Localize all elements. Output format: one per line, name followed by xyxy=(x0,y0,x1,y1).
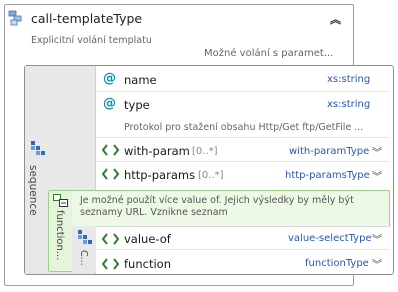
row-name[interactable]: with-param xyxy=(124,144,190,158)
divider xyxy=(97,91,389,92)
element-icon xyxy=(102,233,119,245)
type-title: call-templateType xyxy=(31,11,143,26)
expand-icon[interactable]: ︾ xyxy=(372,231,382,246)
row-name[interactable]: type xyxy=(124,98,150,112)
type-attribute-doc: Protokol pro stažení obsahu Http/Get ftp… xyxy=(124,122,364,133)
divider xyxy=(97,249,389,250)
divider xyxy=(97,161,389,162)
occurs-label: [0..*] xyxy=(192,146,218,157)
expand-icon[interactable]: ︾ xyxy=(372,168,382,183)
element-icon xyxy=(102,144,119,156)
element-icon xyxy=(102,258,119,270)
attribute-icon: @ xyxy=(103,96,116,111)
row-name[interactable]: name xyxy=(124,73,157,87)
sequence-label: sequence xyxy=(27,165,39,216)
row-type[interactable]: value-selectType xyxy=(288,233,372,244)
row-name[interactable]: http-params xyxy=(124,168,195,182)
complex-type-icon xyxy=(8,10,22,26)
expand-icon[interactable]: ︾ xyxy=(372,144,382,159)
type-documentation: Explicitní volání templatu xyxy=(31,35,152,46)
row-name[interactable]: value-of xyxy=(124,232,171,246)
sequence-icon xyxy=(31,141,45,155)
choice-doc-line-2: seznamy URL. Vznikne seznam xyxy=(80,207,228,218)
row-type[interactable]: xs:string xyxy=(327,74,370,85)
row-type[interactable]: functionType xyxy=(305,258,369,269)
sequence-icon xyxy=(78,230,92,244)
choice-doc-line-1: Je možné použít více value of. Jejich vý… xyxy=(80,195,354,206)
row-type[interactable]: with-paramType xyxy=(289,146,369,157)
choice-label: function... xyxy=(54,210,65,261)
type-note: Možné volání s paramet... xyxy=(204,48,334,59)
element-icon xyxy=(102,168,119,180)
collapse-icon[interactable]: ︽ xyxy=(330,11,341,27)
attribute-icon: @ xyxy=(103,71,116,86)
compositor-label: C... xyxy=(78,250,89,266)
occurs-label: [0..*] xyxy=(198,170,224,181)
expand-icon[interactable]: ︾ xyxy=(372,256,382,271)
choice-icon xyxy=(53,194,68,207)
row-name[interactable]: function xyxy=(124,257,171,271)
row-type[interactable]: xs:string xyxy=(327,99,370,110)
divider xyxy=(97,137,389,138)
row-type[interactable]: http-paramsType xyxy=(285,170,370,181)
